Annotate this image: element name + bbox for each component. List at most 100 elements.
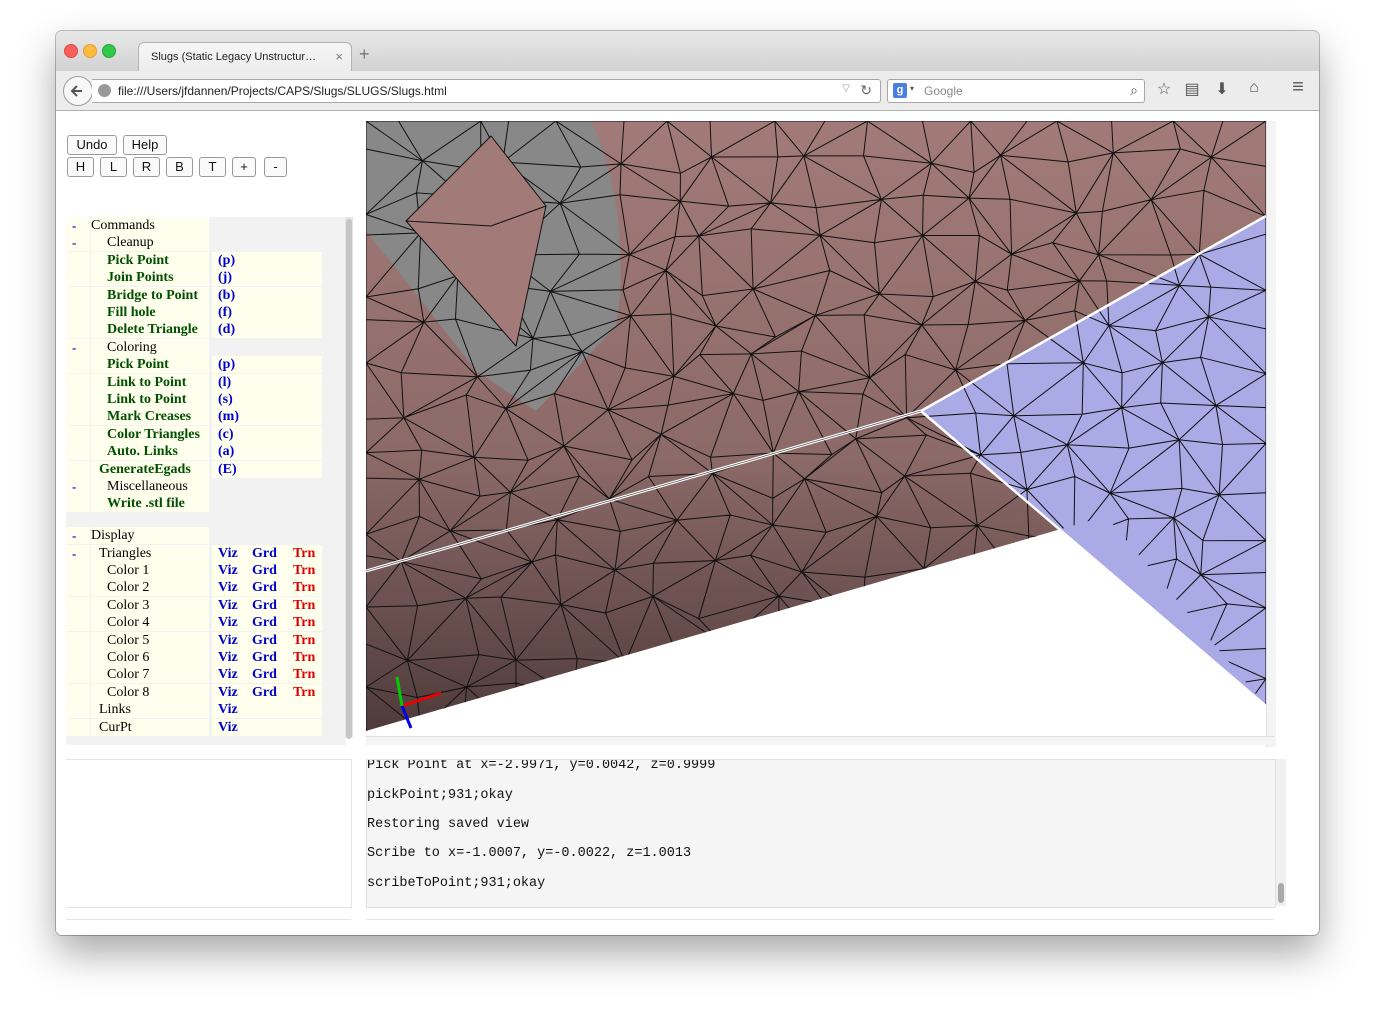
grd-toggle[interactable]: Grd [252,545,277,562]
tree-label[interactable]: Join Points [91,269,209,286]
trn-toggle[interactable]: Trn [293,614,315,631]
tree-row-bridge-to-point[interactable]: Bridge to Point (b) [66,287,322,304]
viz-toggle[interactable]: Viz [218,649,238,666]
tree-label[interactable]: Auto. Links [91,443,209,460]
tree-row-generate-egads[interactable]: GenerateEgads (E) [66,461,322,478]
engine-caret-icon[interactable]: ▾ [910,84,914,93]
grd-toggle[interactable]: Grd [252,649,277,666]
viz-toggle[interactable]: Viz [218,614,238,631]
tree-row-color-pick-point[interactable]: Pick Point (p) [66,356,322,373]
indent-cell [66,356,90,373]
grd-toggle[interactable]: Grd [252,614,277,631]
tree-row-mark-creases[interactable]: Mark Creases (m) [66,408,322,425]
tree-row-link-to-point-l[interactable]: Link to Point (l) [66,374,322,391]
viz-toggle[interactable]: Viz [218,562,238,579]
tree-label[interactable]: Write .stl file [91,495,209,512]
collapse-toggle[interactable]: - [66,234,90,251]
tab-slugs[interactable]: Slugs (Static Legacy Unstructure… × [138,42,352,73]
tree-row-join-points[interactable]: Join Points (j) [66,269,322,286]
trn-toggle[interactable]: Trn [293,649,315,666]
reading-list-icon[interactable]: ▤ [1181,79,1203,99]
tree-scrollbar[interactable] [345,217,353,739]
reload-icon[interactable]: ↻ [860,82,872,99]
grd-toggle[interactable]: Grd [252,666,277,683]
undo-button[interactable]: Undo [67,135,117,155]
home-icon[interactable]: ⌂ [1243,79,1265,97]
search-engine-icon[interactable]: g [893,83,907,98]
tree-row-auto-links[interactable]: Auto. Links (a) [66,443,322,460]
tree-label[interactable]: Pick Point [91,356,209,373]
grd-toggle[interactable]: Grd [252,579,277,596]
grd-toggle[interactable]: Grd [252,597,277,614]
tree-row-link-to-point-s[interactable]: Link to Point (s) [66,391,322,408]
minimize-window-button[interactable] [83,44,97,58]
grd-toggle[interactable]: Grd [252,562,277,579]
viz-toggle[interactable]: Viz [218,597,238,614]
viewer-vertical-scrollbar[interactable] [1266,121,1276,747]
tree-row-pick-point[interactable]: Pick Point (p) [66,252,322,269]
help-button[interactable]: Help [123,135,167,155]
tree-label[interactable]: Bridge to Point [91,287,209,304]
viz-toggle[interactable]: Viz [218,684,238,701]
tree-label[interactable]: Delete Triangle [91,321,209,338]
tree-row-color-triangles[interactable]: Color Triangles (c) [66,426,322,443]
tree-label[interactable]: Pick Point [91,252,209,269]
tree-scroll-thumb[interactable] [346,219,352,739]
tree-label[interactable]: GenerateEgads [91,461,209,478]
trn-toggle[interactable]: Trn [293,579,315,596]
search-icon[interactable]: ⌕ [1130,82,1138,99]
triangulated-mesh[interactable] [366,121,1266,731]
grd-toggle[interactable]: Grd [252,684,277,701]
collapse-toggle[interactable]: - [66,339,90,356]
console-scroll-thumb[interactable] [1278,883,1284,903]
trn-toggle[interactable]: Trn [293,562,315,579]
trn-toggle[interactable]: Trn [293,684,315,701]
viz-toggle[interactable]: Viz [218,666,238,683]
tree-row-delete-triangle[interactable]: Delete Triangle (d) [66,321,322,338]
download-icon[interactable]: ⬇ [1211,79,1233,99]
back-button[interactable] [63,76,93,106]
view-home-button[interactable]: H [67,157,94,177]
tab-close-icon[interactable]: × [335,49,343,64]
viz-toggle[interactable]: Viz [218,719,238,736]
tree-row-write-stl[interactable]: Write .stl file [66,495,322,512]
zoom-in-button[interactable]: + [232,157,256,177]
console-scrollbar[interactable] [1276,759,1286,906]
zoom-out-button[interactable]: - [264,157,287,177]
url-text[interactable]: file:///Users/jfdannen/Projects/CAPS/Slu… [118,84,447,98]
collapse-toggle[interactable]: - [66,545,90,562]
bookmark-star-icon[interactable]: ☆ [1153,79,1175,99]
close-window-button[interactable] [64,44,78,58]
viewer-horizontal-scrollbar[interactable] [366,736,1274,745]
search-bar[interactable]: g ▾ Google ⌕ [887,79,1145,103]
trn-toggle[interactable]: Trn [293,545,315,562]
collapse-toggle[interactable]: - [66,478,90,495]
tree-label[interactable]: Link to Point [91,374,209,391]
new-tab-button[interactable]: + [359,45,370,63]
collapse-toggle[interactable]: - [66,217,90,234]
viz-toggle[interactable]: Viz [218,632,238,649]
trn-toggle[interactable]: Trn [293,632,315,649]
viz-toggle[interactable]: Viz [218,579,238,596]
dropdown-icon[interactable]: ▽ [842,83,850,94]
menu-icon[interactable]: ≡ [1287,76,1309,99]
view-right-button[interactable]: R [133,157,160,177]
viz-toggle[interactable]: Viz [218,545,238,562]
tree-label[interactable]: Fill hole [91,304,209,321]
url-bar[interactable]: file:///Users/jfdannen/Projects/CAPS/Slu… [92,79,881,103]
tree-label[interactable]: Link to Point [91,391,209,408]
trn-toggle[interactable]: Trn [293,597,315,614]
view-left-button[interactable]: L [100,157,127,177]
tree-label[interactable]: Color Triangles [91,426,209,443]
grd-toggle[interactable]: Grd [252,632,277,649]
zoom-window-button[interactable] [102,44,116,58]
tree-label[interactable]: Mark Creases [91,408,209,425]
search-input[interactable]: Google [924,84,963,98]
view-top-button[interactable]: T [199,157,226,177]
trn-toggle[interactable]: Trn [293,666,315,683]
viz-toggle[interactable]: Viz [218,701,238,718]
mesh-viewer-canvas[interactable] [366,121,1266,731]
view-bottom-button[interactable]: B [166,157,193,177]
collapse-toggle[interactable]: - [66,527,90,544]
tree-row-fill-hole[interactable]: Fill hole (f) [66,304,322,321]
